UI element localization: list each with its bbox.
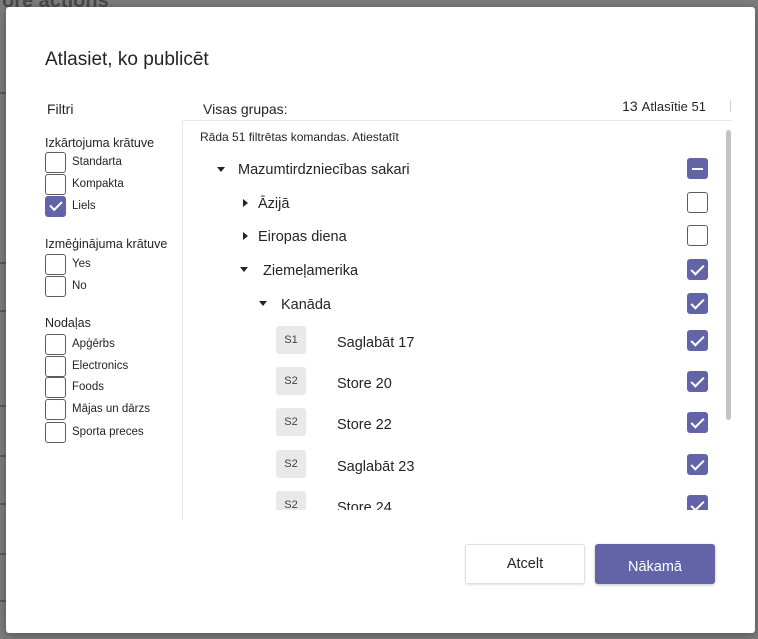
filter-option-label: Apģērbs	[72, 338, 115, 350]
tree-row-label: Store 20	[337, 376, 392, 392]
filter-option-no[interactable]: No	[45, 275, 87, 297]
filter-option-label: Mājas un dārzs	[72, 403, 150, 415]
store-avatar: S2	[276, 367, 306, 395]
store-avatar: S1	[276, 326, 306, 354]
store-avatar: S2	[276, 408, 306, 436]
tree-row-label: Kanāda	[281, 297, 331, 313]
filter-status: Rāda 51 filtrētas komandas. Atiestatīt	[200, 130, 399, 144]
filter-option-foods[interactable]: Foods	[45, 376, 104, 398]
filter-group-store-layout: Izkārtojuma krātuve	[45, 136, 155, 150]
chevron-right-icon[interactable]	[243, 199, 248, 207]
tree-row-label: Store 24	[337, 500, 392, 510]
checkbox-checked[interactable]	[687, 330, 708, 351]
filter-option-home-garden[interactable]: Mājas un dārzs	[45, 398, 150, 420]
checkbox[interactable]	[687, 225, 708, 246]
tree-row-label: Saglabāt 23	[337, 459, 415, 475]
checkbox-checked[interactable]	[687, 293, 708, 314]
group-tree: Mazumtirdzniecības sakari Āzijā Eiropas …	[183, 150, 728, 510]
tree-row-canada[interactable]: Kanāda	[183, 288, 728, 322]
checkbox-checked[interactable]	[687, 371, 708, 392]
filter-group-test-store: Izmēģinājuma krātuve	[45, 237, 168, 251]
tree-row-retail[interactable]: Mazumtirdzniecības sakari	[183, 152, 728, 186]
tree-row-europe[interactable]: Eiropas diena	[183, 220, 728, 254]
tree-row-label: Ziemeļamerika	[263, 263, 359, 279]
tree-row-asia[interactable]: Āzijā	[183, 187, 728, 221]
filter-option-label: Kompakta	[72, 178, 124, 190]
checkbox-checked[interactable]	[687, 454, 708, 475]
tree-row-store[interactable]: S2 Saglabāt 23	[183, 450, 728, 484]
filter-option-label: Standarta	[72, 156, 122, 168]
checkbox[interactable]	[687, 192, 708, 213]
tree-row-label: Āzijā	[258, 196, 290, 212]
filter-option-label: No	[72, 280, 87, 292]
publish-dialog: Atlasiet, ko publicēt Filtri Visas grupa…	[6, 7, 755, 633]
checkbox[interactable]	[45, 151, 66, 173]
checkbox-checked[interactable]	[45, 195, 66, 217]
tree-row-store[interactable]: S2 Store 22	[183, 408, 728, 442]
dialog-title: Atlasiet, ko publicēt	[45, 49, 209, 70]
checkbox-checked[interactable]	[687, 495, 708, 510]
tree-scrollbar[interactable]	[726, 120, 732, 525]
filter-option-label: Yes	[72, 258, 91, 270]
store-avatar: S2	[276, 491, 306, 510]
store-avatar: S2	[276, 450, 306, 478]
tree-row-label: Store 22	[337, 417, 392, 433]
checkbox[interactable]	[45, 333, 66, 355]
selected-count-number: 13	[622, 98, 638, 114]
checkbox[interactable]	[45, 421, 66, 443]
filter-option-electronics[interactable]: Electronics	[45, 355, 128, 377]
selected-count: 13 Atlasītie 51	[622, 98, 706, 114]
chevron-down-icon[interactable]	[217, 167, 225, 172]
tree-row-label: Eiropas diena	[258, 229, 347, 245]
filter-option-label: Electronics	[72, 360, 129, 372]
filter-group-department: Nodaļas	[45, 316, 91, 330]
filter-option-yes[interactable]: Yes	[45, 253, 91, 275]
chevron-right-icon[interactable]	[243, 232, 248, 240]
filter-option-label: Liels	[72, 200, 96, 212]
checkbox-partial[interactable]	[687, 158, 708, 179]
cancel-button[interactable]: Atcelt	[465, 544, 585, 584]
filter-option-standard[interactable]: Standarta	[45, 151, 122, 173]
filter-option-large[interactable]: Liels	[45, 195, 96, 217]
checkbox-checked[interactable]	[687, 259, 708, 280]
next-button[interactable]: Nākamā	[595, 544, 715, 584]
scrollbar-thumb[interactable]	[726, 130, 731, 420]
chevron-down-icon[interactable]	[259, 301, 267, 306]
groups-heading: Visas grupas:	[203, 101, 288, 117]
checkbox[interactable]	[45, 275, 66, 297]
filter-option-label: Foods	[72, 381, 104, 393]
tree-row-north-america[interactable]: Ziemeļamerika	[183, 254, 728, 288]
chevron-down-icon[interactable]	[240, 267, 248, 272]
checkbox-checked[interactable]	[687, 412, 708, 433]
checkbox[interactable]	[45, 355, 66, 377]
checkbox[interactable]	[45, 376, 66, 398]
filter-status-text: Rāda 51 filtrētas komandas.	[200, 130, 350, 144]
divider	[182, 120, 732, 121]
checkbox[interactable]	[45, 253, 66, 275]
filters-heading: Filtri	[47, 101, 74, 117]
checkbox[interactable]	[45, 173, 66, 195]
checkbox[interactable]	[45, 398, 66, 420]
filter-option-compact[interactable]: Kompakta	[45, 173, 124, 195]
reset-link[interactable]: Atiestatīt	[352, 130, 399, 144]
divider	[730, 100, 731, 112]
tree-row-label: Saglabāt 17	[337, 335, 415, 351]
filter-option-label: Sporta preces	[72, 426, 144, 438]
filter-option-sporting-goods[interactable]: Sporta preces	[45, 421, 144, 443]
selected-count-label: Atlasītie 51	[641, 99, 706, 114]
tree-row-store[interactable]: S1 Saglabāt 17	[183, 326, 728, 360]
filter-option-apparel[interactable]: Apģērbs	[45, 333, 115, 355]
tree-row-store[interactable]: S2 Store 24	[183, 491, 728, 510]
tree-row-store[interactable]: S2 Store 20	[183, 367, 728, 401]
tree-row-label: Mazumtirdzniecības sakari	[238, 162, 410, 178]
